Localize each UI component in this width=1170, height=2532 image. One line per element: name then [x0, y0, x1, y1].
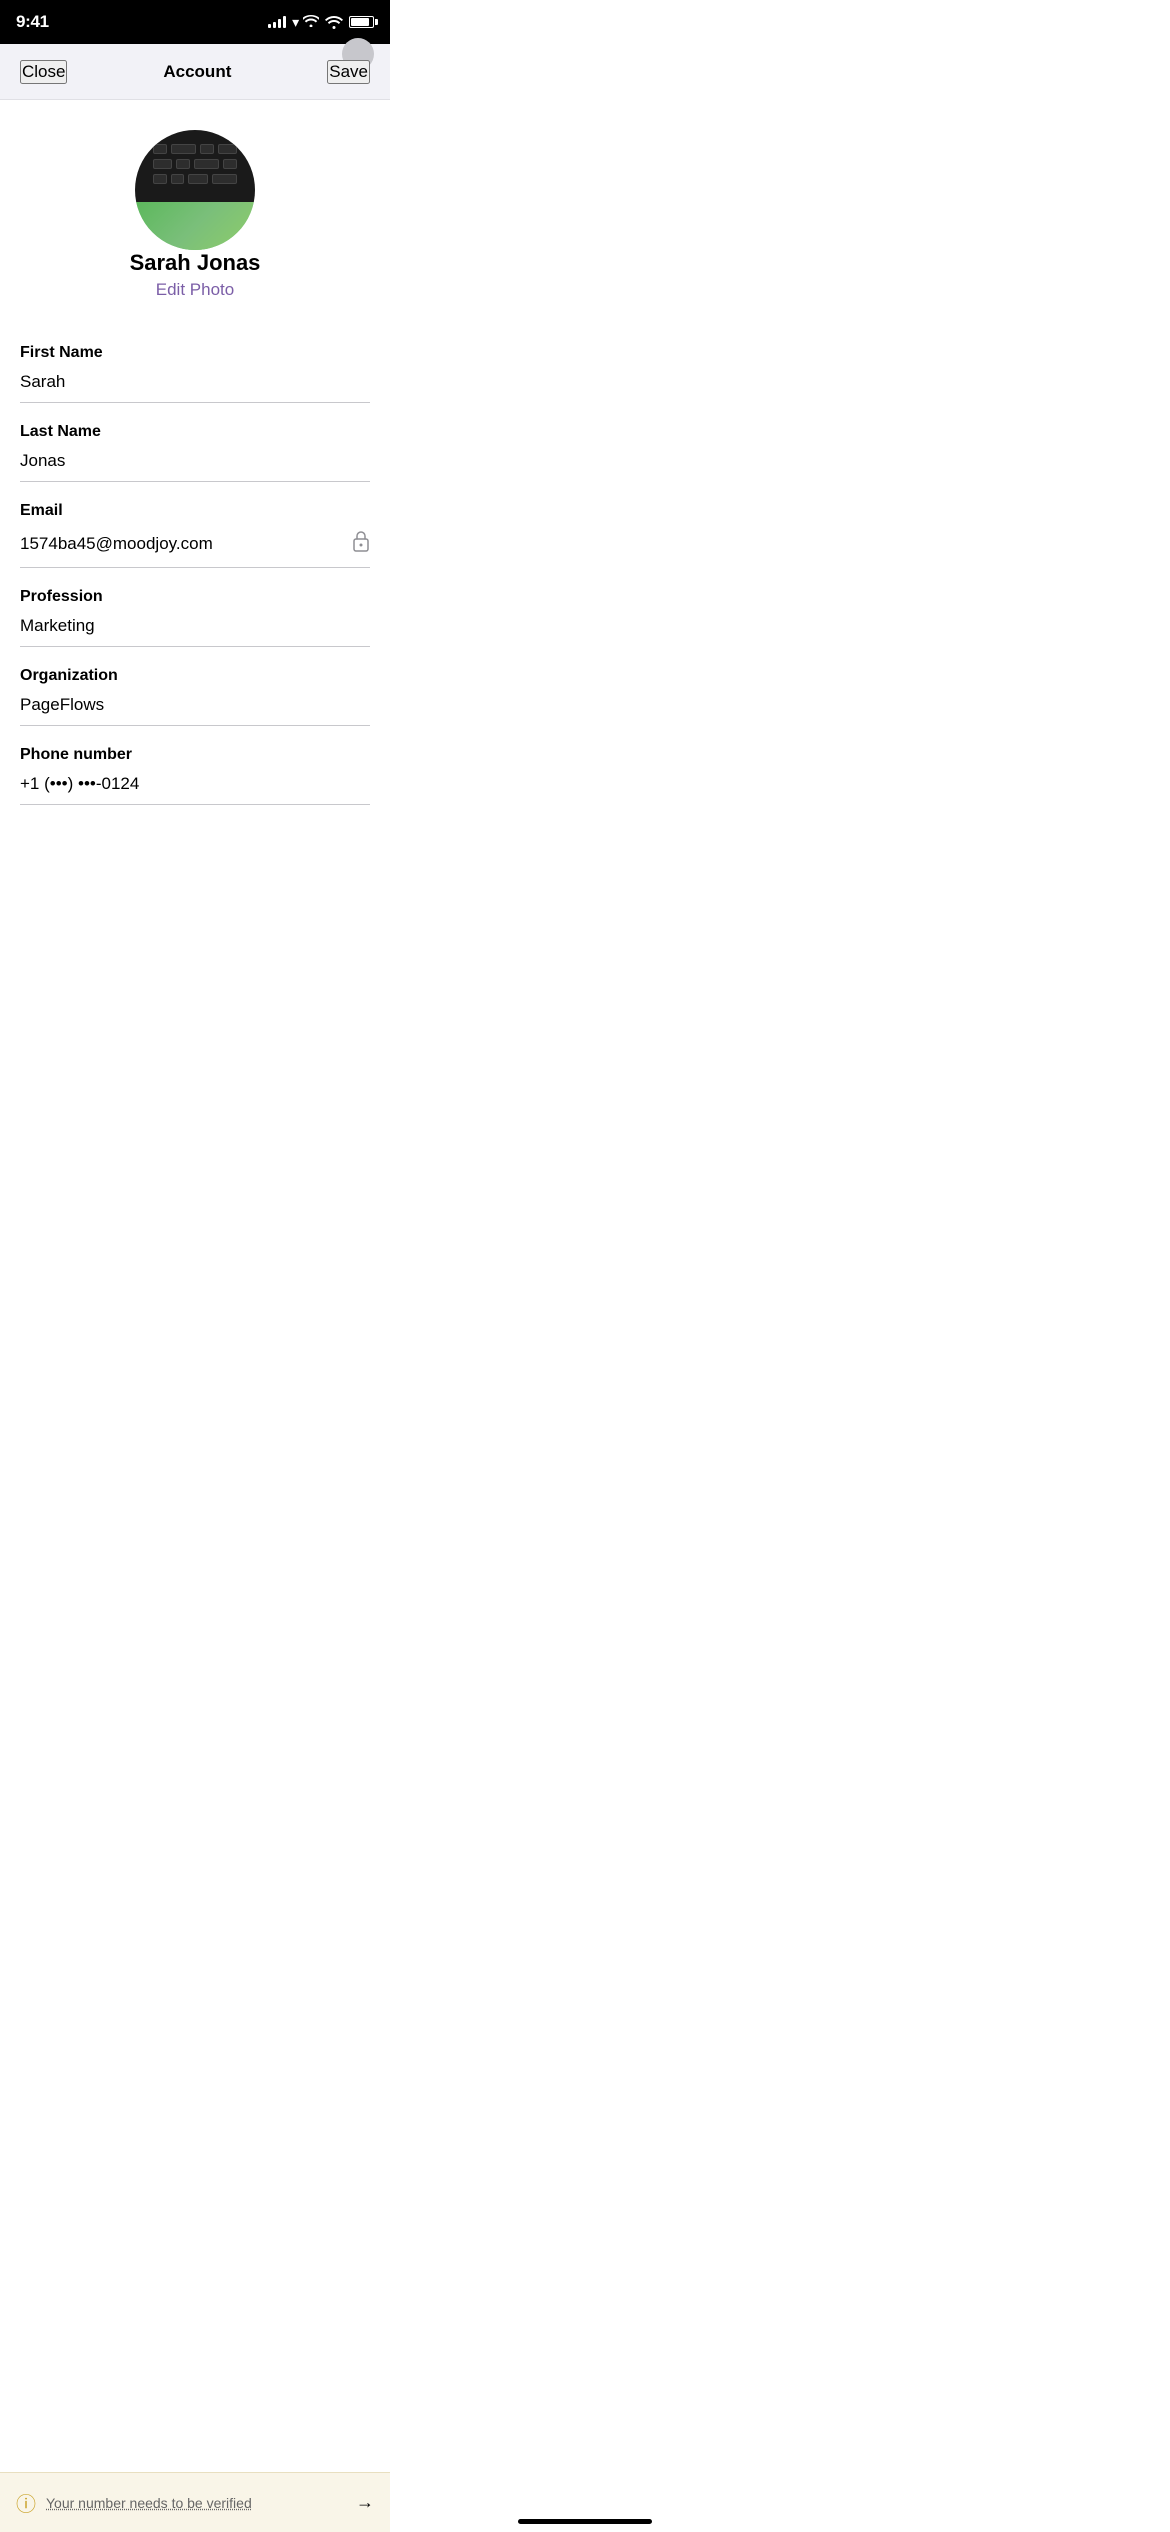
email-field: Email 1574ba45@moodjoy.com — [20, 482, 370, 568]
notification-info-icon: ⓘ — [16, 2488, 36, 2517]
last-name-field: Last Name Jonas — [20, 403, 370, 482]
organization-label: Organization — [20, 647, 370, 695]
organization-input-row: PageFlows — [20, 695, 370, 726]
main-content: Sarah Jonas Edit Photo First Name Sarah … — [0, 100, 390, 901]
organization-field: Organization PageFlows — [20, 647, 370, 726]
form-section: First Name Sarah Last Name Jonas Email 1… — [20, 324, 370, 821]
profile-section: Sarah Jonas Edit Photo — [20, 100, 370, 324]
page-title: Account — [163, 62, 231, 82]
home-indicator — [518, 2519, 652, 2524]
notification-text-content: Your number needs to be verified — [46, 2495, 252, 2511]
last-name-value[interactable]: Jonas — [20, 451, 370, 471]
phone-number-field: Phone number +1 (•••) •••-0124 — [20, 726, 370, 805]
edit-photo-button[interactable]: Edit Photo — [156, 280, 234, 300]
organization-value[interactable]: PageFlows — [20, 695, 370, 715]
phone-number-label: Phone number — [20, 726, 370, 774]
bottom-notification[interactable]: ⓘ Your number needs to be verified → — [0, 2472, 390, 2532]
avatar-keyboard-decoration — [153, 144, 237, 184]
profile-name: Sarah Jonas — [130, 250, 261, 276]
save-wrapper: Save — [327, 60, 370, 84]
profession-input-row: Marketing — [20, 616, 370, 647]
email-label: Email — [20, 482, 370, 530]
save-button[interactable]: Save — [327, 60, 370, 84]
close-button[interactable]: Close — [20, 60, 67, 84]
phone-number-input-row: +1 (•••) •••-0124 — [20, 774, 370, 805]
last-name-label: Last Name — [20, 403, 370, 451]
signal-icon — [268, 16, 286, 28]
avatar — [135, 130, 255, 250]
notification-arrow-icon: → — [356, 2492, 374, 2513]
wifi-icon — [325, 16, 343, 29]
first-name-field: First Name Sarah — [20, 324, 370, 403]
profession-value[interactable]: Marketing — [20, 616, 370, 636]
battery-icon — [349, 16, 374, 28]
phone-number-value[interactable]: +1 (•••) •••-0124 — [20, 774, 370, 794]
email-input-row: 1574ba45@moodjoy.com — [20, 530, 370, 568]
lock-icon — [352, 530, 370, 557]
avatar-green-stripe — [135, 202, 255, 250]
status-bar: 9:41 ▾ — [0, 0, 390, 44]
profession-field: Profession Marketing — [20, 568, 370, 647]
first-name-value[interactable]: Sarah — [20, 372, 370, 392]
notification-text: Your number needs to be verified — [46, 2495, 346, 2511]
email-value[interactable]: 1574ba45@moodjoy.com — [20, 534, 352, 554]
status-time: 9:41 — [16, 12, 49, 32]
status-icons: ▾ — [268, 14, 374, 31]
nav-bar: Close Account Save — [0, 44, 390, 100]
last-name-input-row: Jonas — [20, 451, 370, 482]
wifi-icon: ▾ — [292, 14, 319, 31]
first-name-input-row: Sarah — [20, 372, 370, 403]
profession-label: Profession — [20, 568, 370, 616]
first-name-label: First Name — [20, 324, 370, 372]
